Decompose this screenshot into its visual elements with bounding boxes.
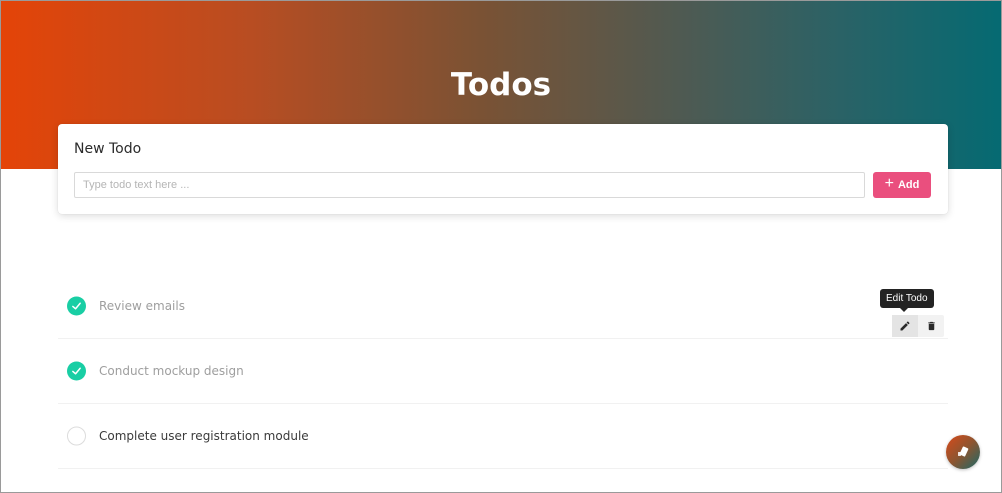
todo-list: Review emails Edit Todo Conduct mockup d… bbox=[58, 273, 948, 469]
todo-text: Conduct mockup design bbox=[99, 364, 244, 378]
plus-icon: + bbox=[884, 175, 894, 192]
check-icon bbox=[72, 302, 81, 309]
todo-text: Complete user registration module bbox=[99, 429, 309, 443]
todo-input[interactable] bbox=[74, 172, 865, 198]
floating-app-button[interactable] bbox=[946, 435, 980, 469]
app-icon bbox=[958, 446, 969, 457]
pencil-icon bbox=[900, 321, 910, 331]
todo-checkbox[interactable] bbox=[67, 361, 86, 381]
new-todo-card: New Todo + Add bbox=[58, 124, 948, 214]
edit-tooltip: Edit Todo bbox=[880, 289, 934, 312]
page-title: Todos bbox=[450, 67, 552, 103]
add-button[interactable]: + Add bbox=[873, 172, 931, 198]
todo-item: Review emails Edit Todo bbox=[58, 273, 948, 339]
trash-icon bbox=[927, 321, 935, 331]
edit-button[interactable] bbox=[892, 315, 918, 337]
delete-button[interactable] bbox=[918, 315, 944, 337]
todo-checkbox[interactable] bbox=[67, 426, 86, 446]
todo-actions bbox=[892, 315, 944, 337]
check-icon bbox=[72, 367, 81, 375]
todo-item: Complete user registration module bbox=[58, 404, 948, 469]
todo-checkbox[interactable] bbox=[67, 296, 86, 315]
todo-item: Conduct mockup design bbox=[58, 339, 948, 404]
add-button-label: Add bbox=[897, 179, 920, 191]
todo-text: Review emails bbox=[99, 298, 185, 313]
new-todo-title: New Todo bbox=[74, 141, 142, 157]
